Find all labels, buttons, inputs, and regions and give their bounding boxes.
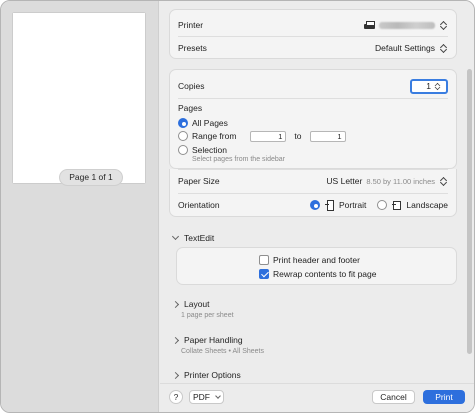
- radio-landscape[interactable]: [377, 200, 388, 210]
- divider: [178, 98, 448, 99]
- radio-selection[interactable]: [178, 145, 188, 155]
- preview-pane: Page 1 of 1: [1, 1, 159, 412]
- pages-label: Pages: [178, 103, 203, 113]
- copies-label: Copies: [178, 81, 205, 91]
- paper-size-label: Paper Size: [178, 176, 220, 186]
- portrait-icon: [325, 200, 334, 211]
- settings-pane: Printer Presets Default Settings Copies: [160, 1, 474, 412]
- orientation-row: Orientation Portrait Landscape: [178, 197, 448, 213]
- chevron-down-icon: [215, 393, 221, 399]
- print-button[interactable]: Print: [423, 390, 465, 404]
- chevron-right-icon: [171, 336, 180, 344]
- presets-row[interactable]: Presets Default Settings: [178, 40, 448, 56]
- page-indicator[interactable]: Page 1 of 1: [59, 169, 123, 186]
- checkbox-print-header[interactable]: [259, 255, 269, 265]
- checkbox-rewrap[interactable]: [259, 269, 269, 279]
- textedit-section-toggle[interactable]: TextEdit: [171, 232, 215, 243]
- paper-size-value: US Letter: [326, 176, 363, 186]
- radio-portrait[interactable]: [310, 200, 320, 210]
- settings-scrollbar[interactable]: [466, 69, 473, 361]
- rewrap-label: Rewrap contents to fit page: [273, 269, 377, 279]
- printer-icon: [364, 20, 375, 30]
- selection-hint: Select pages from the sidebar: [192, 156, 285, 163]
- copies-stepper-icon[interactable]: [434, 81, 441, 91]
- layout-label: Layout: [184, 299, 210, 309]
- presets-value: Default Settings: [374, 43, 435, 53]
- copies-pages-card: Copies 1 Pages All Pages Range from 1 to…: [169, 69, 457, 169]
- option-rewrap[interactable]: Rewrap contents to fit page: [259, 268, 376, 280]
- stepper-chevrons-icon: [439, 175, 448, 188]
- layout-section-toggle[interactable]: Layout: [171, 299, 210, 309]
- copies-row: Copies 1: [178, 78, 448, 94]
- textedit-options-card: Print header and footer Rewrap contents …: [176, 247, 457, 285]
- textedit-label: TextEdit: [184, 233, 215, 243]
- presets-select[interactable]: Default Settings: [375, 42, 448, 55]
- paper-handling-label: Paper Handling: [184, 335, 243, 345]
- landscape-label[interactable]: Landscape: [406, 200, 448, 210]
- paper-size-row[interactable]: Paper Size US Letter 8.50 by 11.00 inche…: [178, 173, 448, 189]
- divider: [178, 36, 448, 37]
- chevron-right-icon: [171, 300, 180, 308]
- printer-name-redacted: [379, 21, 435, 29]
- chevron-right-icon: [171, 371, 180, 379]
- page-preview[interactable]: Page 1 of 1: [13, 13, 145, 186]
- stepper-chevrons-icon: [439, 42, 448, 55]
- paper-size-detail: 8.50 by 11.00 inches: [366, 176, 435, 186]
- copies-input[interactable]: 1: [410, 78, 448, 94]
- dialog-footer: ? PDF Cancel Print: [160, 383, 474, 412]
- printer-options-label: Printer Options: [184, 370, 241, 380]
- radio-all-pages[interactable]: [178, 118, 188, 128]
- cancel-button[interactable]: Cancel: [372, 390, 415, 404]
- pdf-label: PDF: [193, 392, 210, 402]
- portrait-label[interactable]: Portrait: [339, 200, 366, 210]
- printer-select[interactable]: [364, 19, 448, 32]
- printer-label: Printer: [178, 20, 204, 30]
- range-label: Range from: [192, 131, 237, 141]
- paper-orientation-card: Paper Size US Letter 8.50 by 11.00 inche…: [169, 169, 457, 217]
- option-range[interactable]: Range from 1 to 1: [178, 130, 346, 142]
- divider: [178, 169, 448, 170]
- paper-handling-summary: Collate Sheets • All Sheets: [181, 348, 264, 355]
- print-header-label: Print header and footer: [273, 255, 360, 265]
- option-selection[interactable]: Selection: [178, 144, 227, 156]
- presets-label: Presets: [178, 43, 207, 53]
- range-from-input[interactable]: 1: [250, 130, 287, 142]
- paper-size-select[interactable]: US Letter 8.50 by 11.00 inches: [326, 175, 448, 188]
- selection-label: Selection: [192, 145, 227, 155]
- paper-handling-section-toggle[interactable]: Paper Handling: [171, 335, 243, 345]
- printer-options-section-toggle[interactable]: Printer Options: [171, 370, 241, 380]
- printer-row[interactable]: Printer: [178, 17, 448, 33]
- all-pages-label: All Pages: [192, 118, 228, 128]
- range-to-label: to: [294, 131, 302, 141]
- chevron-down-icon: [171, 232, 180, 241]
- pdf-menu-button[interactable]: PDF: [189, 390, 224, 404]
- print-dialog: Page 1 of 1 Printer Presets Default Sett…: [0, 0, 475, 413]
- option-all-pages[interactable]: All Pages: [178, 117, 228, 129]
- orientation-options: Portrait Landscape: [310, 200, 448, 211]
- help-button[interactable]: ?: [169, 390, 183, 404]
- radio-range[interactable]: [178, 131, 188, 141]
- printer-presets-card: Printer Presets Default Settings: [169, 9, 457, 59]
- option-print-header[interactable]: Print header and footer: [259, 254, 360, 266]
- scrollbar-thumb[interactable]: [467, 69, 472, 354]
- layout-summary: 1 page per sheet: [181, 312, 234, 319]
- divider: [178, 193, 448, 194]
- orientation-label: Orientation: [178, 200, 220, 210]
- landscape-icon: [392, 200, 402, 210]
- stepper-chevrons-icon: [439, 19, 448, 32]
- range-to-input[interactable]: 1: [309, 130, 346, 142]
- copies-value: 1: [426, 80, 431, 91]
